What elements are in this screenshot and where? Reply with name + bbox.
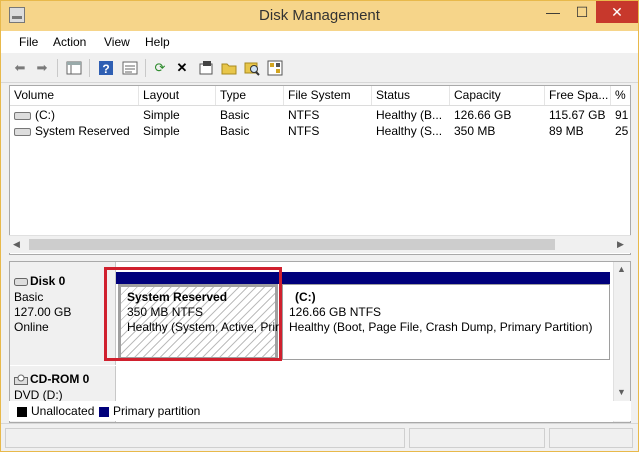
partition-c-drive[interactable]: (C:) 126.66 GB NTFS Healthy (Boot, Page …	[282, 284, 610, 360]
minimize-button[interactable]: —	[538, 1, 568, 23]
scroll-up-icon[interactable]: ▲	[617, 264, 626, 274]
drive-icon	[14, 127, 31, 136]
status-bar	[1, 423, 638, 451]
cell-percent-free: 91	[615, 108, 629, 122]
cell-type: Basic	[220, 108, 250, 122]
column-header-free-space[interactable]: Free Spa...	[545, 86, 611, 105]
highlight-box	[104, 267, 282, 361]
explore-icon[interactable]	[243, 59, 261, 77]
partition-size-fs: 126.66 GB NTFS	[289, 305, 382, 319]
cell-free-space: 115.67 GB	[549, 108, 606, 122]
properties-list-icon[interactable]	[121, 59, 139, 77]
help-icon[interactable]: ?	[97, 59, 115, 77]
toolbar: ⬅ ➡ ? ⟳ ✕	[1, 53, 638, 83]
status-pane	[5, 428, 405, 448]
menu-bar: File Action View Help	[1, 31, 638, 53]
disk-view-vertical-scrollbar[interactable]: ▲ ▼	[613, 262, 630, 422]
cell-volume: (C:)	[10, 107, 139, 123]
cell-file-system: NTFS	[288, 124, 320, 138]
title-bar[interactable]: Disk Management — ☐ ✕	[1, 1, 638, 31]
forward-arrow-icon[interactable]: ➡	[33, 59, 51, 77]
menu-file[interactable]: File	[19, 35, 38, 49]
drive-icon	[14, 111, 31, 120]
svg-text:?: ?	[102, 62, 109, 76]
scroll-down-icon[interactable]: ▼	[617, 387, 626, 397]
cell-file-system: NTFS	[288, 108, 320, 122]
cell-capacity: 350 MB	[454, 124, 496, 138]
cell-status: Healthy (S...	[376, 124, 443, 138]
legend: Unallocated Primary partition	[9, 401, 631, 421]
cell-layout: Simple	[143, 108, 180, 122]
menu-help[interactable]: Help	[145, 35, 170, 49]
toolbar-separator	[145, 59, 146, 77]
partition-name: (C:)	[295, 290, 316, 304]
maximize-button[interactable]: ☐	[568, 1, 596, 23]
column-header-type[interactable]: Type	[216, 86, 284, 105]
toolbar-separator	[89, 59, 90, 77]
menu-view[interactable]: View	[104, 35, 130, 49]
volume-list-header: Volume Layout Type File System Status Ca…	[10, 86, 630, 106]
disk-0-state: Online	[14, 320, 49, 334]
scroll-right-icon[interactable]: ▶	[617, 239, 624, 250]
primary-swatch	[99, 406, 109, 417]
disk-0-info[interactable]: Disk 0 Basic 127.00 GB Online	[10, 262, 116, 365]
legend-primary-partition: Primary partition	[99, 404, 200, 418]
refresh-icon[interactable]: ⟳	[151, 59, 169, 77]
console-view-icon[interactable]	[65, 59, 83, 77]
status-pane	[409, 428, 545, 448]
disk-icon	[14, 277, 28, 286]
column-header-layout[interactable]: Layout	[139, 86, 216, 105]
column-header-status[interactable]: Status	[372, 86, 450, 105]
disk-management-window: Disk Management — ☐ ✕ File Action View H…	[0, 0, 639, 452]
close-button[interactable]: ✕	[596, 1, 638, 23]
delete-icon[interactable]: ✕	[173, 59, 191, 77]
cell-type: Basic	[220, 124, 250, 138]
cell-layout: Simple	[143, 124, 180, 138]
cell-free-space: 89 MB	[549, 124, 584, 138]
column-header-percent-free[interactable]: % F	[611, 86, 630, 105]
disk-0-name: Disk 0	[14, 274, 65, 289]
scrollbar-thumb[interactable]	[29, 239, 555, 250]
column-header-volume[interactable]: Volume	[10, 86, 139, 105]
scroll-left-icon[interactable]: ◀	[13, 239, 20, 250]
cell-capacity: 126.66 GB	[454, 108, 512, 122]
status-pane	[549, 428, 633, 448]
cdrom-icon	[14, 374, 28, 385]
cdrom-0-name: CD-ROM 0	[14, 372, 89, 387]
legend-unallocated: Unallocated	[17, 404, 94, 418]
menu-action[interactable]: Action	[53, 35, 86, 49]
disk-graphical-view[interactable]: Disk 0 Basic 127.00 GB Online System Res…	[9, 261, 631, 423]
cell-status: Healthy (B...	[376, 108, 443, 122]
settings-icon[interactable]	[266, 59, 284, 77]
open-folder-icon[interactable]	[220, 59, 238, 77]
cell-percent-free: 25	[615, 124, 629, 138]
disk-0-type: Basic	[14, 290, 44, 304]
partition-status: Healthy (Boot, Page File, Crash Dump, Pr…	[289, 320, 593, 334]
volume-list[interactable]: Volume Layout Type File System Status Ca…	[9, 85, 631, 255]
volume-list-horizontal-scrollbar[interactable]: ◀ ▶	[9, 235, 631, 253]
disk-0-size: 127.00 GB	[14, 305, 72, 319]
unallocated-swatch	[17, 406, 27, 417]
toolbar-separator	[57, 59, 58, 77]
back-arrow-icon[interactable]: ⬅	[11, 59, 29, 77]
column-header-capacity[interactable]: Capacity	[450, 86, 545, 105]
cell-volume: System Reserved	[10, 123, 139, 139]
properties-icon[interactable]	[197, 59, 215, 77]
column-header-file-system[interactable]: File System	[284, 86, 372, 105]
